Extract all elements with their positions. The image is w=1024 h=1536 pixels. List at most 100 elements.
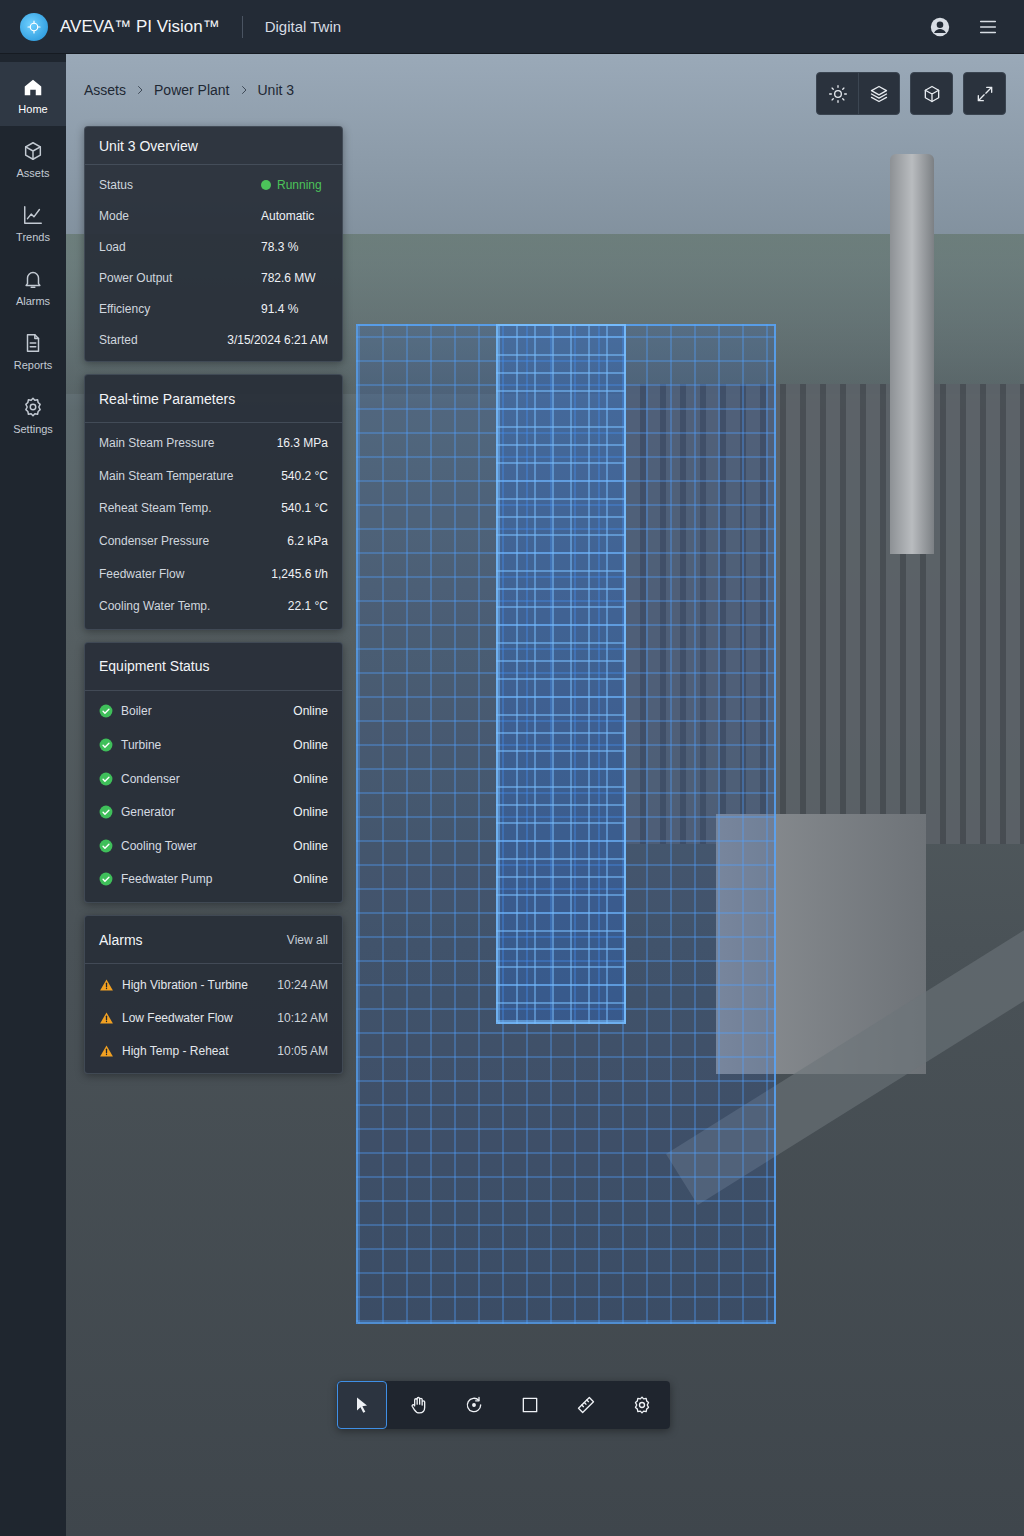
row-label: Reheat Steam Temp. [99,501,273,515]
equipment-name: Feedwater Pump [121,872,285,886]
gear-icon [22,396,44,418]
bell-icon [22,268,44,290]
cube-button[interactable] [911,73,952,114]
equipment-panel: Equipment StatusBoilerOnlineTurbineOnlin… [84,642,343,904]
row-label: Main Steam Temperature [99,469,273,483]
view-group [910,72,953,115]
check-icon [99,805,113,819]
fullscreen-button[interactable] [964,73,1005,114]
row-value: Automatic [261,209,328,223]
sidebar-item[interactable]: Alarms [0,254,66,318]
tool-button[interactable] [449,1381,499,1429]
panel-header: Real-time Parameters [85,375,342,423]
tool-button[interactable] [393,1381,443,1429]
tool-button[interactable] [561,1381,611,1429]
sidebar-item[interactable]: Trends [0,190,66,254]
top-bar: AVEVA™ PI Vision™ Digital Twin [0,0,1024,54]
sidebar-item[interactable]: Assets [0,126,66,190]
home-icon [22,76,44,98]
scene-tower [496,324,626,1024]
logo-icon [25,18,43,36]
chevron-icon [238,84,250,96]
equipment-row: Generator Online [99,795,328,829]
equipment-row: Boiler Online [99,695,328,729]
view-all-link[interactable]: View all [287,933,328,947]
sidebar-item[interactable]: Home [0,62,66,126]
panel-header: Alarms View all [85,916,342,964]
warning-icon [99,1011,114,1025]
warning-icon [99,1044,114,1058]
panel-title: Unit 3 Overview [99,138,198,154]
overview-row: Efficiency91.4 % [99,293,328,324]
layers-icon [869,84,889,104]
row-value: 78.3 % [261,240,328,254]
equipment-status: Online [293,704,328,718]
user-button[interactable] [922,9,958,45]
sidebar-label: Reports [14,359,53,371]
gear-icon [632,1395,652,1415]
check-icon [99,839,113,853]
parameter-row: Condenser Pressure6.2 kPa [99,525,328,558]
equipment-name: Cooling Tower [121,839,285,853]
menu-button[interactable] [970,9,1006,45]
sidebar-item[interactable]: Reports [0,318,66,382]
equipment-name: Boiler [121,704,285,718]
parameter-row: Main Steam Pressure16.3 MPa [99,427,328,460]
breadcrumb-item[interactable]: Assets [84,82,126,98]
scene-stack [890,154,934,554]
equipment-name: Turbine [121,738,285,752]
layers-button[interactable] [858,73,899,114]
breadcrumb-item[interactable]: Power Plant [154,82,229,98]
sidebar-label: Alarms [16,295,50,307]
sun-icon [828,84,848,104]
alarm-text: High Temp - Reheat [122,1044,269,1058]
user-icon [929,16,951,38]
fullscreen-icon [975,84,995,104]
equipment-rows: BoilerOnlineTurbineOnlineCondenserOnline… [85,691,342,903]
divider [242,16,243,38]
equipment-status: Online [293,872,328,886]
alarm-text: Low Feedwater Flow [122,1011,269,1025]
check-icon [99,738,113,752]
alarm-row[interactable]: High Vibration - Turbine10:24 AM [99,968,328,1001]
cube-icon [22,140,44,162]
alarms-panel: Alarms View all High Vibration - Turbine10… [84,915,343,1074]
row-label: Mode [99,209,253,223]
alarm-row[interactable]: High Temp - Reheat10:05 AM [99,1034,328,1067]
sidebar-item[interactable]: Settings [0,382,66,446]
chevron-icon [134,84,146,96]
overview-panel: Unit 3 OverviewStatusRunningModeAutomati… [84,126,343,362]
row-label: Main Steam Pressure [99,436,269,450]
hand-icon [408,1395,428,1415]
logo[interactable] [20,13,48,41]
warning-icon [99,978,114,992]
tool-button[interactable] [617,1381,667,1429]
equipment-status: Online [293,805,328,819]
equipment-status: Online [293,772,328,786]
panel-header: Unit 3 Overview [85,127,342,165]
app-subtitle: Digital Twin [265,18,341,35]
breadcrumb-item[interactable]: Unit 3 [258,82,295,98]
sidebar-label: Trends [16,231,50,243]
parameters-panel: Real-time ParametersMain Steam Pressure1… [84,374,343,630]
sun-button[interactable] [817,73,858,114]
panel-title: Alarms [99,932,143,948]
row-value: 540.2 °C [281,469,328,483]
tool-button[interactable] [505,1381,555,1429]
panels: Unit 3 OverviewStatusRunningModeAutomati… [84,126,343,1074]
parameter-row: Cooling Water Temp.22.1 °C [99,590,328,623]
app-title: AVEVA™ PI Vision™ [60,17,220,37]
rotate-icon [464,1395,484,1415]
check-icon [99,704,113,718]
row-value: 91.4 % [261,302,328,316]
sidebar: Home Assets Trends Alarms Reports Settings [0,54,66,1536]
top-row: Assets Power Plant Unit 3 [84,72,1006,126]
sidebar-label: Assets [16,167,49,179]
viewport[interactable]: Assets Power Plant Unit 3 Unit 3 OverviewSt… [66,54,1024,1536]
equipment-row: Cooling TowerOnline [99,829,328,863]
equipment-name: Generator [121,805,285,819]
alarm-row[interactable]: Low Feedwater Flow10:12 AM [99,1001,328,1034]
row-value: 1,245.6 t/h [271,567,328,581]
equipment-row: TurbineOnline [99,728,328,762]
tool-button[interactable] [337,1381,387,1429]
